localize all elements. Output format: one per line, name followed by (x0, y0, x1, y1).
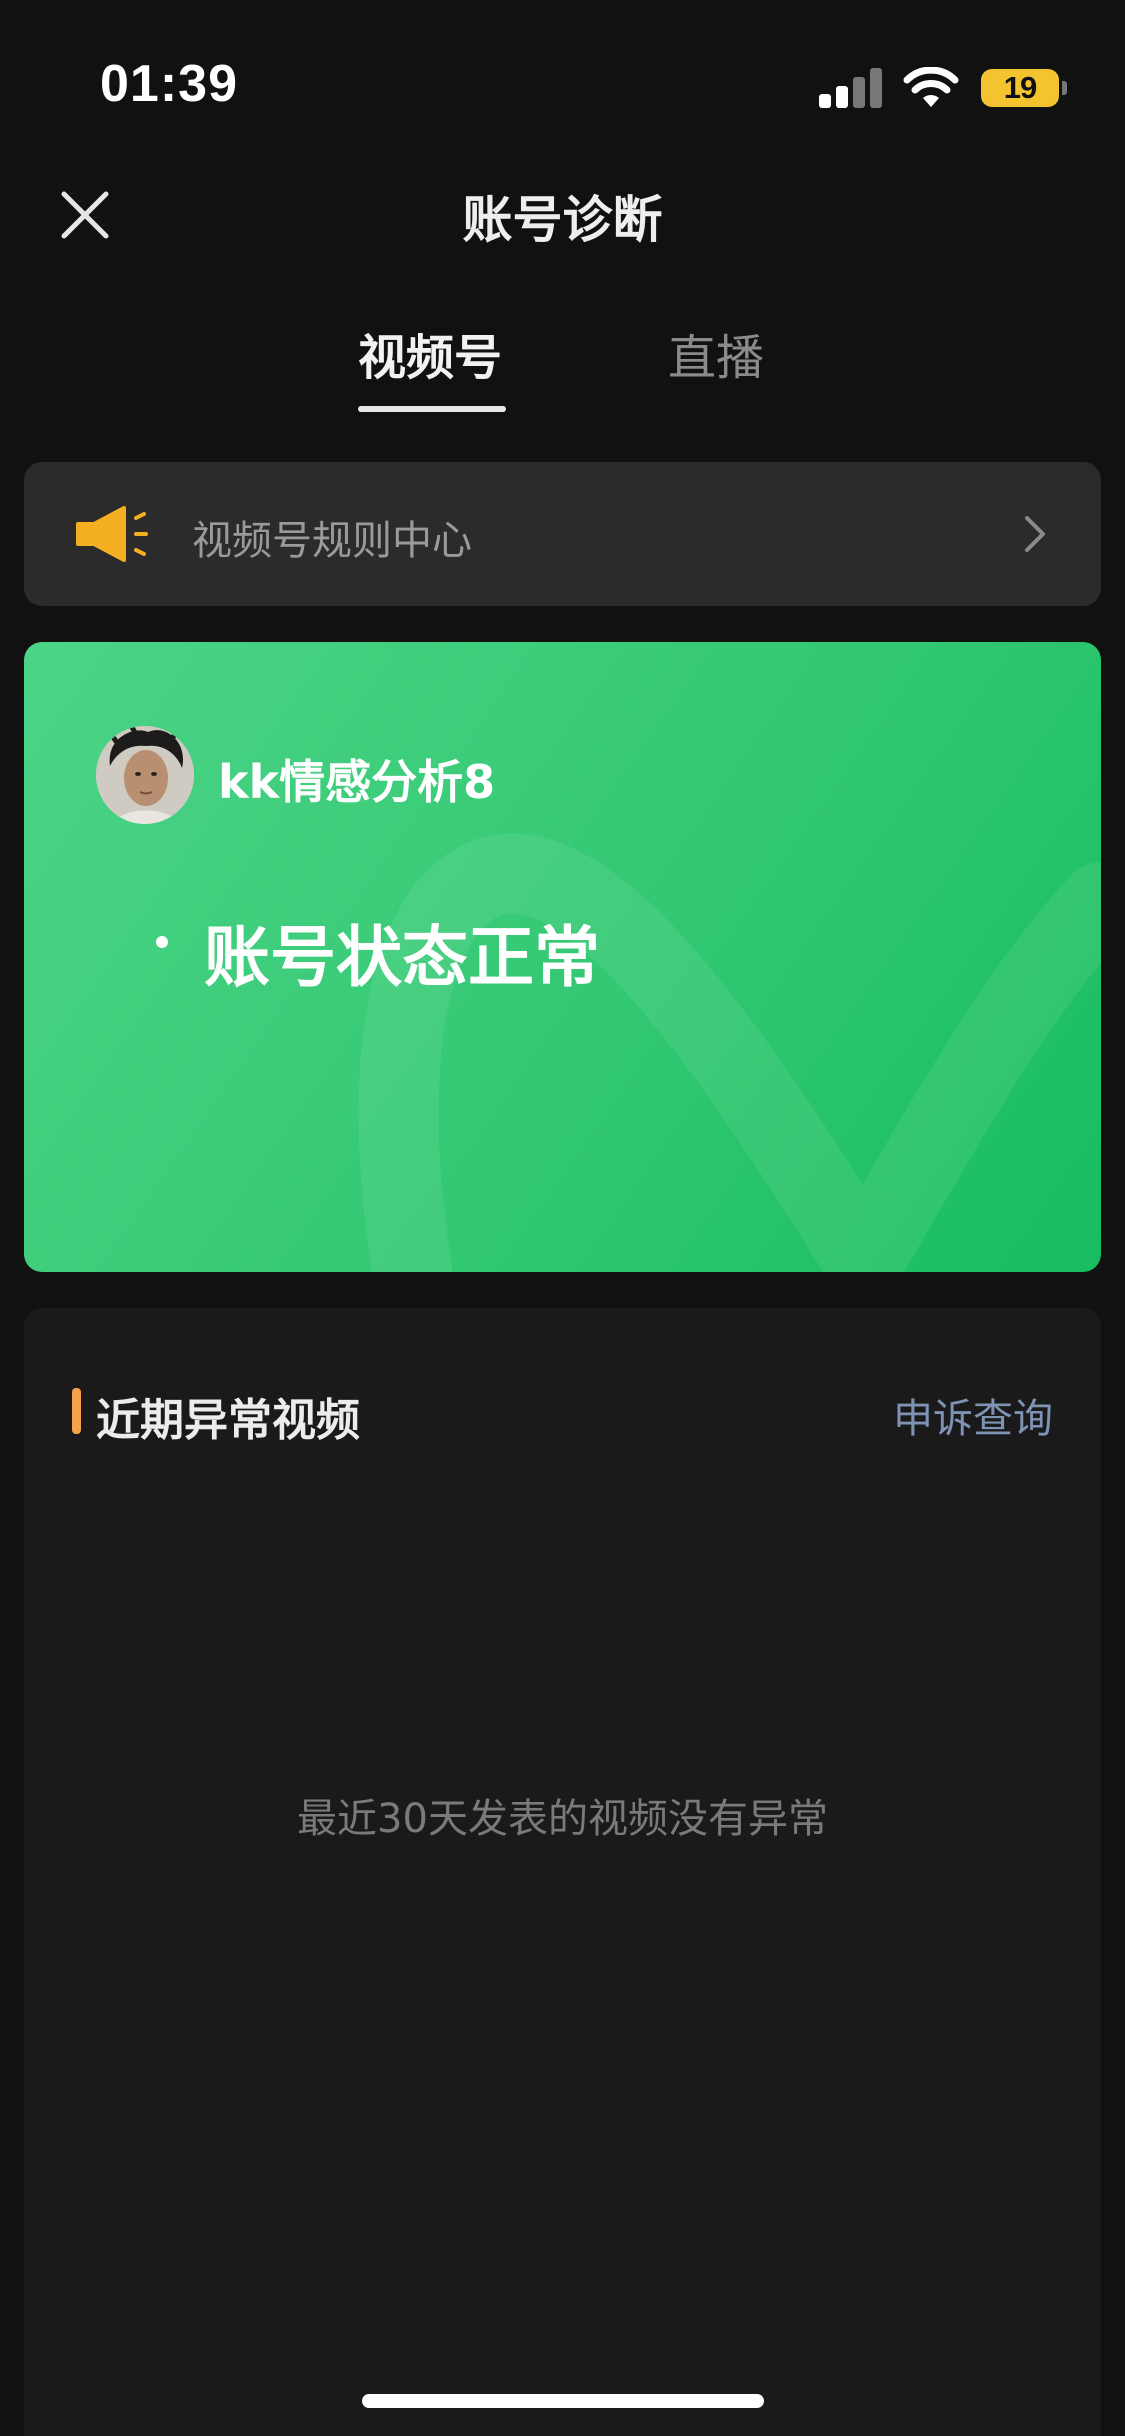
status-icons: 19 (819, 66, 1067, 110)
account-name: kk情感分析8 (218, 755, 496, 809)
account-diagnosis-screen: 01:39 19 账号诊断 视频号 直播 视频号规则中心 kk情感分析8 账号状… (0, 0, 1125, 2436)
megaphone-icon (76, 506, 148, 562)
status-time: 01:39 (100, 55, 238, 113)
tab-channels[interactable]: 视频号 (358, 318, 502, 388)
battery-indicator: 19 (981, 69, 1067, 107)
recent-anomaly-videos-section: 近期异常视频 申诉查询 最近30天发表的视频没有异常 (24, 1308, 1101, 2436)
cellular-signal-icon (819, 68, 882, 108)
section-accent-bar (72, 1388, 81, 1434)
rules-center-banner[interactable]: 视频号规则中心 (24, 462, 1101, 606)
battery-icon: 19 (981, 69, 1059, 107)
account-status-text: 账号状态正常 (204, 919, 600, 996)
active-tab-indicator (358, 406, 506, 412)
rules-center-label: 视频号规则中心 (192, 518, 472, 564)
appeal-query-link[interactable]: 申诉查询 (893, 1386, 1053, 1444)
account-status-card: kk情感分析8 账号状态正常 (24, 642, 1101, 1272)
chevron-right-icon (1025, 516, 1045, 552)
section-title: 近期异常视频 (96, 1395, 360, 1446)
page-title: 账号诊断 (462, 191, 663, 249)
wifi-icon (903, 67, 959, 107)
home-indicator[interactable] (362, 2394, 764, 2408)
battery-level: 19 (1003, 70, 1037, 105)
avatar[interactable] (96, 726, 194, 824)
battery-nub (1062, 81, 1067, 95)
tab-live[interactable]: 直播 (668, 318, 764, 388)
empty-state-message: 最近30天发表的视频没有异常 (297, 1796, 828, 1842)
bullet-dot (156, 936, 168, 948)
